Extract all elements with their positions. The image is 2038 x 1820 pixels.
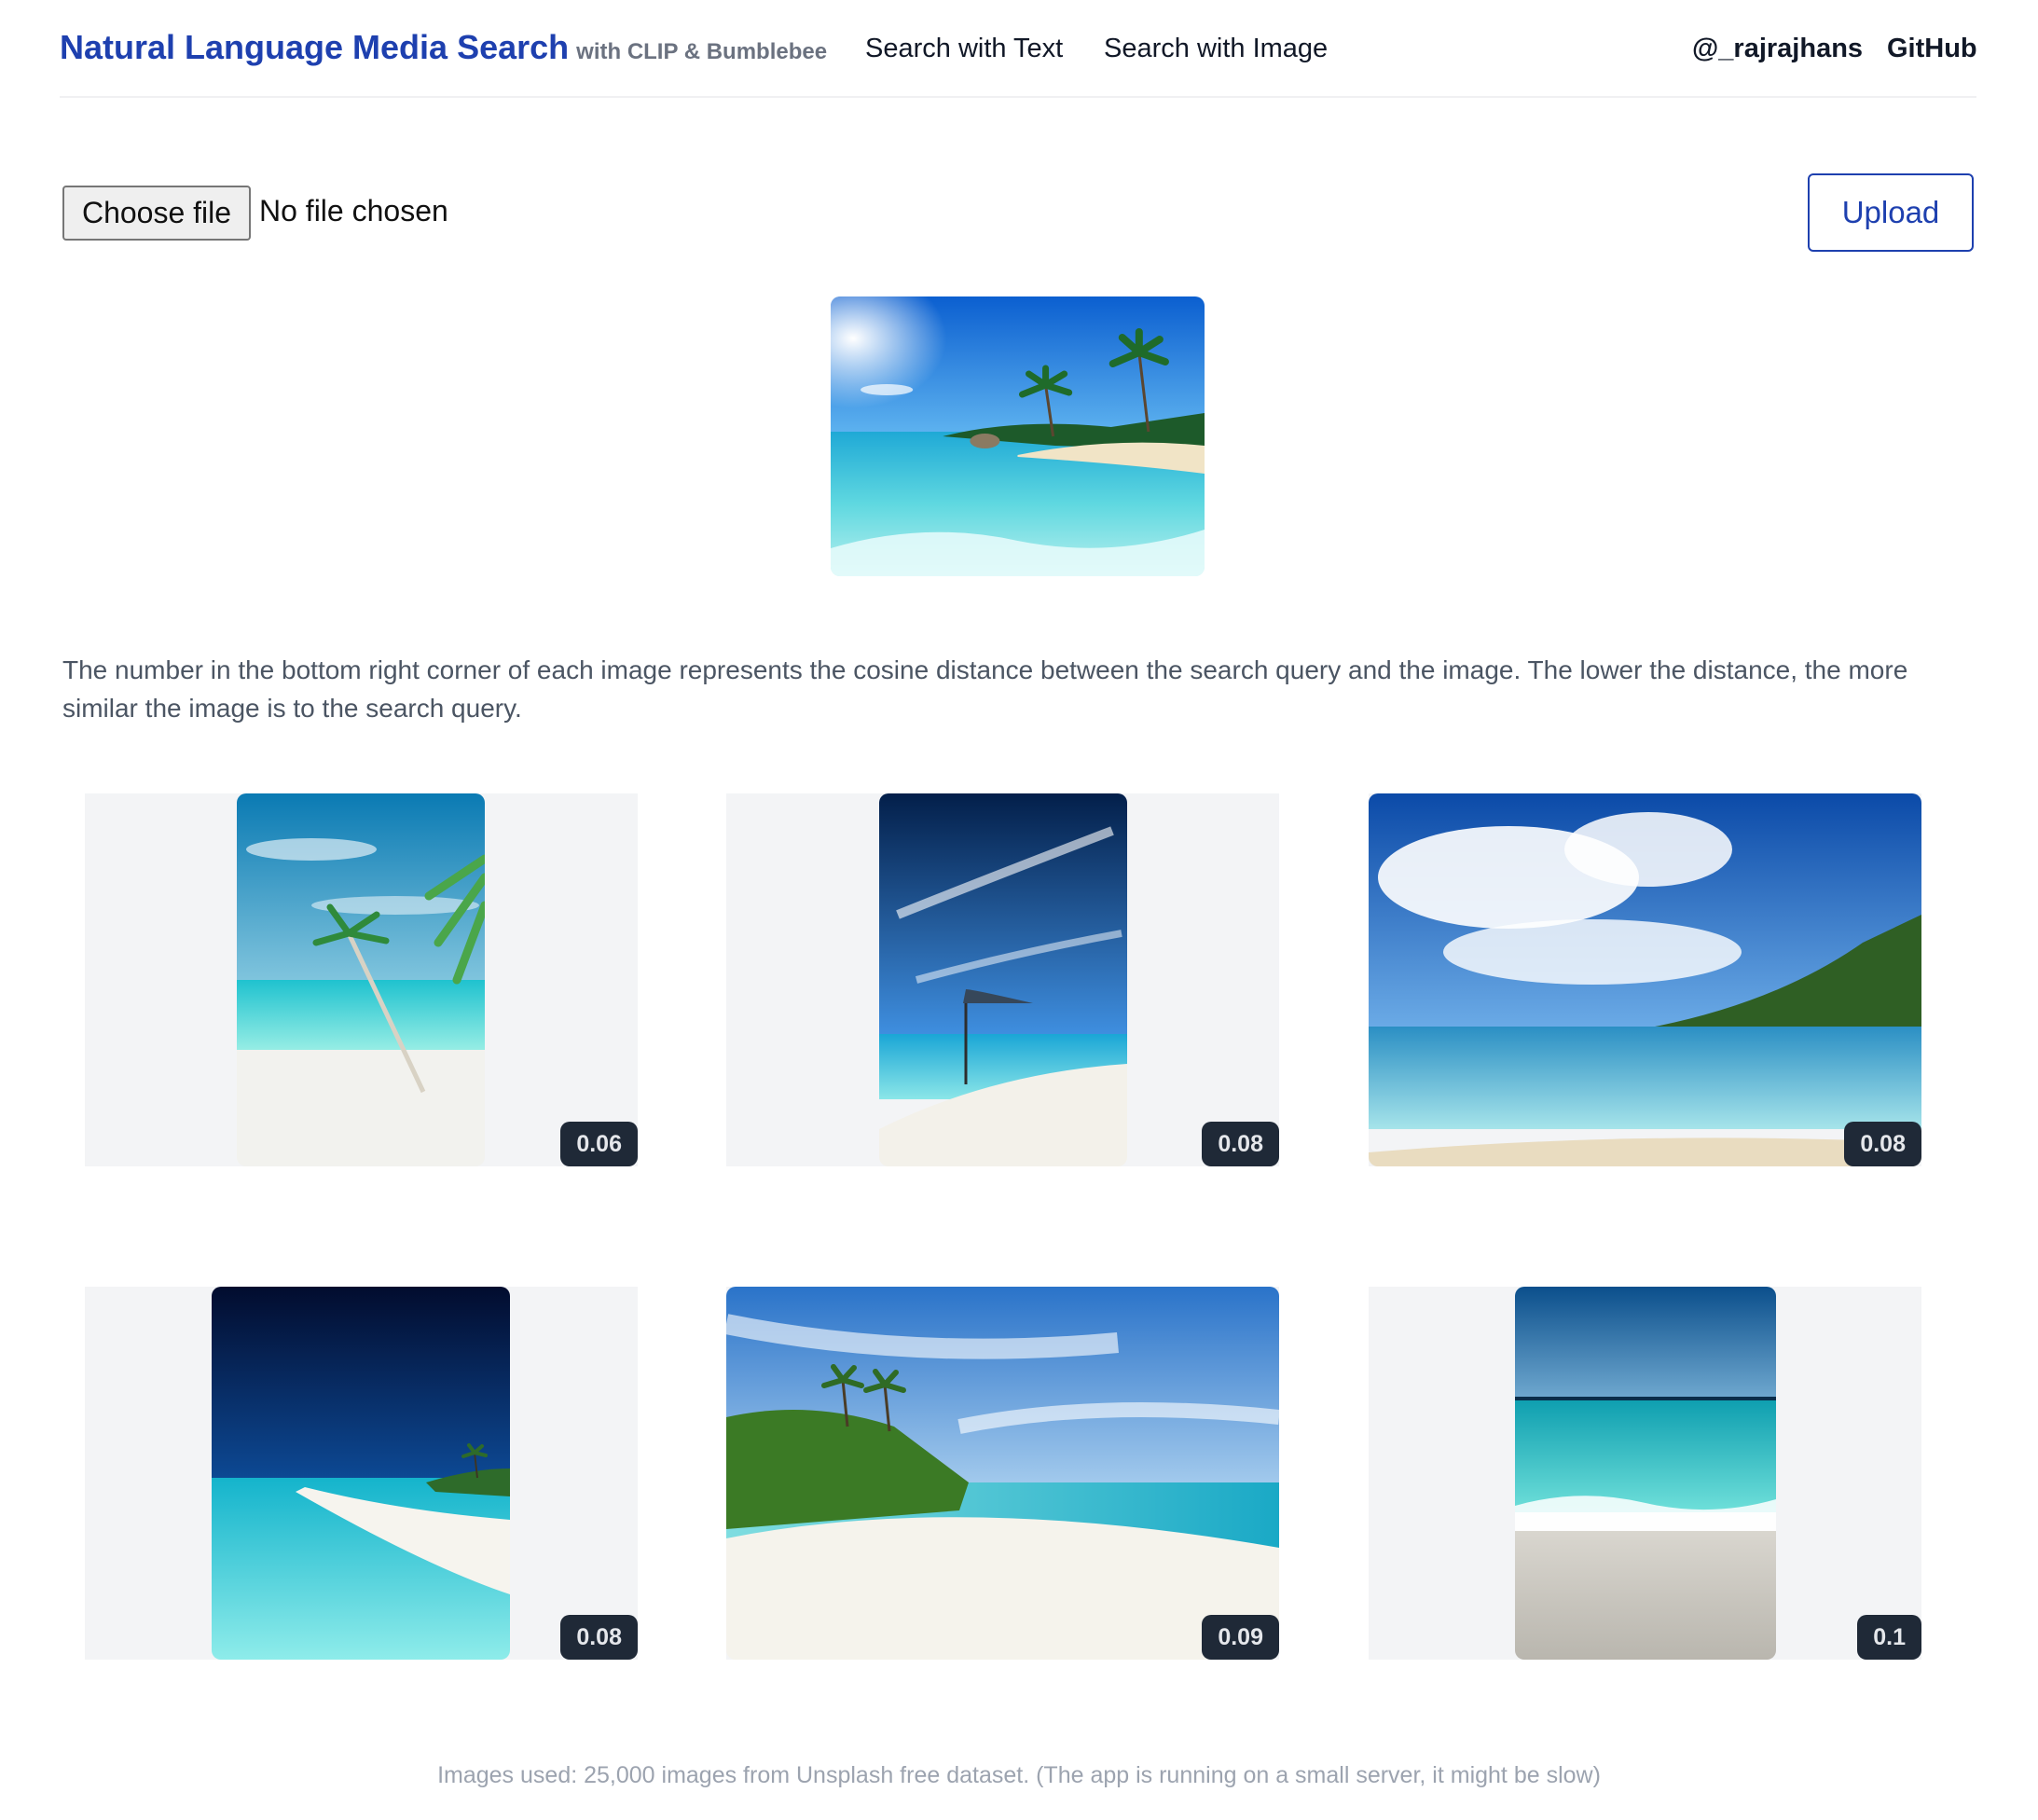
choose-file-button[interactable]: Choose file bbox=[62, 186, 251, 241]
app-subtitle: with CLIP & Bumblebee bbox=[576, 39, 828, 64]
distance-badge: 0.1 bbox=[1857, 1615, 1921, 1660]
distance-badge: 0.06 bbox=[560, 1122, 638, 1166]
result-card[interactable]: 0.1 bbox=[1369, 1287, 1921, 1660]
query-image-preview bbox=[831, 296, 1205, 576]
result-card[interactable]: 0.06 bbox=[85, 793, 638, 1166]
result-card[interactable]: 0.08 bbox=[85, 1287, 638, 1660]
top-navbar: Natural Language Media Search with CLIP &… bbox=[60, 0, 1977, 98]
distance-badge: 0.08 bbox=[1844, 1122, 1921, 1166]
nav-twitter-handle[interactable]: @_rajrajhans bbox=[1692, 34, 1863, 64]
nav-search-with-text[interactable]: Search with Text bbox=[865, 34, 1063, 64]
result-card[interactable]: 0.08 bbox=[1369, 793, 1921, 1166]
app-title[interactable]: Natural Language Media Search bbox=[60, 28, 569, 66]
result-image-tropical-palm-beach bbox=[237, 793, 485, 1166]
footer-note: Images used: 25,000 images from Unsplash… bbox=[437, 1762, 1601, 1788]
distance-explanation: The number in the bottom right corner of… bbox=[62, 655, 1908, 723]
result-image-white-sand-palms bbox=[726, 1287, 1279, 1660]
nav-github[interactable]: GitHub bbox=[1887, 34, 1977, 64]
result-image-beach-umbrella bbox=[879, 793, 1127, 1166]
brand[interactable]: Natural Language Media Search with CLIP &… bbox=[60, 28, 827, 67]
result-card[interactable]: 0.09 bbox=[726, 1287, 1279, 1660]
result-image-shoreline-waves bbox=[1515, 1287, 1776, 1660]
file-status-text: No file chosen bbox=[259, 194, 448, 228]
distance-badge: 0.08 bbox=[560, 1615, 638, 1660]
distance-badge: 0.08 bbox=[1202, 1122, 1279, 1166]
upload-button[interactable]: Upload bbox=[1808, 173, 1974, 252]
distance-badge: 0.09 bbox=[1202, 1615, 1279, 1660]
result-card[interactable]: 0.08 bbox=[726, 793, 1279, 1166]
result-image-cloudy-bay bbox=[1369, 793, 1921, 1166]
result-image-sandbar-lagoon bbox=[212, 1287, 510, 1660]
nav-search-with-image[interactable]: Search with Image bbox=[1104, 34, 1328, 64]
